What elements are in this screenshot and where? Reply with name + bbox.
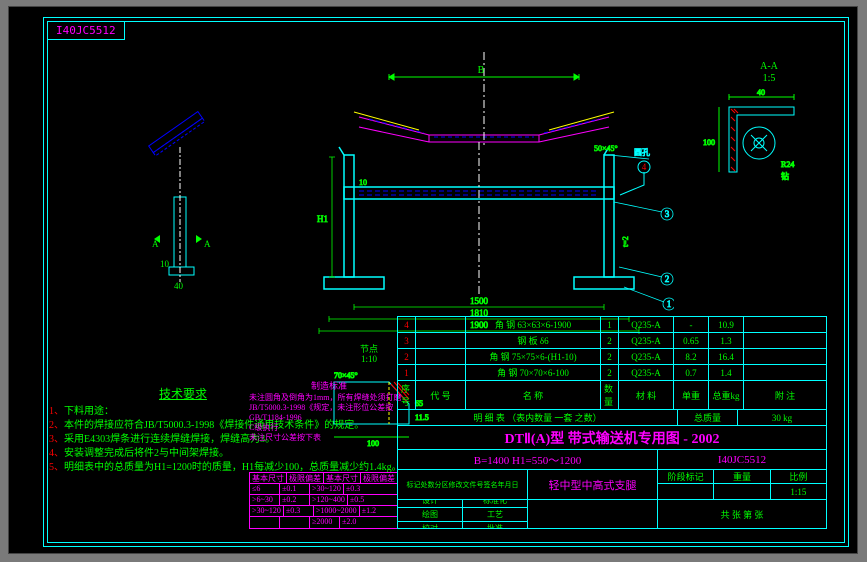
- svg-text:1500: 1500: [470, 296, 489, 306]
- svg-text:3: 3: [665, 209, 670, 219]
- svg-text:1:5: 1:5: [763, 73, 776, 84]
- svg-text:A-A: A-A: [760, 61, 779, 72]
- bom-row: 3钢 板 δ62Q235-A0.651.3: [398, 333, 826, 349]
- svg-text:B: B: [478, 65, 485, 76]
- bom-row: 1角 钢 70×70×6-1002Q235-A0.71.4: [398, 365, 826, 381]
- svg-text:10: 10: [359, 178, 367, 187]
- svg-text:70×45°: 70×45°: [334, 371, 358, 380]
- svg-text:H1: H1: [317, 214, 328, 224]
- svg-text:40: 40: [174, 281, 184, 291]
- svg-text:40: 40: [757, 88, 765, 97]
- cad-canvas: I40JC5512 B 1500 1810 1900 H1 10 50×45° …: [8, 6, 858, 554]
- section-a-a-view: A-A 1:5 40 100 R24 钻: [699, 57, 839, 197]
- main-assembly-view: 1500 1810 1900 H1 10 50×45° t=2 1 2 3 圆孔…: [284, 137, 674, 337]
- svg-text:1: 1: [667, 299, 672, 309]
- tolerance-table: 基本尺寸极限偏差 基本尺寸极限偏差 ≤6±0.1>30~120±0.3 >6~3…: [249, 472, 398, 529]
- svg-text:t=2: t=2: [621, 236, 630, 247]
- bom-row: 4角 钢 63×63×6-19001Q235-A-10.9: [398, 317, 826, 333]
- tech-requirements-title: 技术要求: [159, 385, 207, 402]
- svg-text:100: 100: [703, 138, 715, 147]
- svg-text:1:10: 1:10: [361, 354, 378, 364]
- svg-text:节点: 节点: [360, 344, 378, 354]
- svg-text:钻: 钻: [781, 171, 789, 181]
- drawing-main-title: DTⅡ(A)型 带式输送机专用图 - 2002: [398, 426, 826, 450]
- svg-text:R24: R24: [781, 160, 794, 169]
- svg-text:2: 2: [665, 274, 670, 284]
- svg-text:圆孔: 圆孔: [634, 148, 650, 157]
- svg-text:A: A: [204, 239, 211, 249]
- manufacturing-standard-note: 制造标准 未注圆角及倒角为1mm，所有焊缝处须打磨 JB/T5000.3-199…: [249, 381, 409, 443]
- bom-header: 序号代 号名 称数量材 料单重总重kg附 注: [398, 381, 826, 410]
- side-plate-view: A A 40 10: [124, 107, 254, 297]
- title-block: 4角 钢 63×63×6-19001Q235-A-10.9 3钢 板 δ62Q2…: [397, 316, 827, 529]
- svg-text:50×45°: 50×45°: [594, 144, 618, 153]
- document-id-tag: I40JC5512: [47, 21, 125, 40]
- bom-row: 2角 钢 75×75×6-(H1-10)2Q235-A8.216.4: [398, 349, 826, 365]
- svg-text:4: 4: [642, 162, 647, 172]
- svg-text:10: 10: [160, 259, 170, 269]
